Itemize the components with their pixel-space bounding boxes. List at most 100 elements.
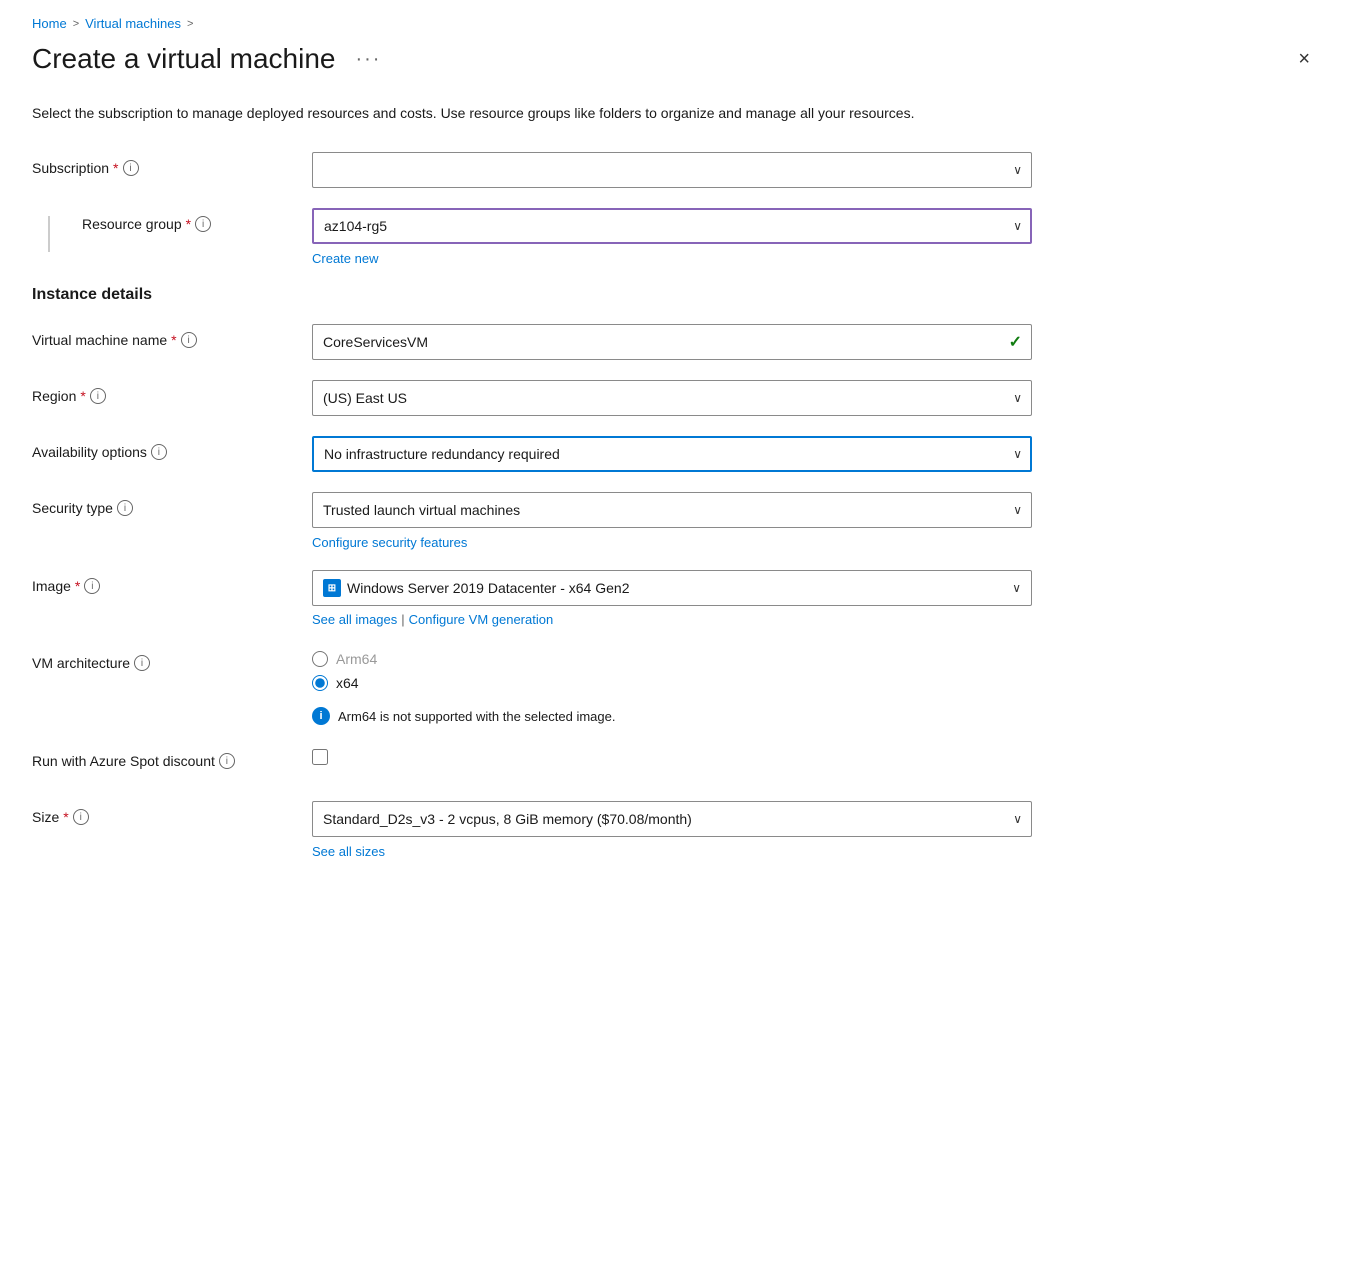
subscription-required: * (113, 160, 118, 176)
image-info-icon[interactable]: i (84, 578, 100, 594)
availability-options-row: Availability options i No infrastructure… (32, 436, 1318, 472)
image-required: * (75, 578, 80, 594)
subscription-row: Subscription * i ∨ (32, 152, 1318, 188)
resource-group-info-icon[interactable]: i (195, 216, 211, 232)
image-row: Image * i ⊞ Windows Server 2019 Datacent… (32, 570, 1318, 627)
vm-architecture-info-icon[interactable]: i (134, 655, 150, 671)
breadcrumb-vms[interactable]: Virtual machines (85, 16, 181, 31)
security-type-dropdown[interactable]: Trusted launch virtual machines (312, 492, 1032, 528)
security-type-info-icon[interactable]: i (117, 500, 133, 516)
image-chevron-icon: ∨ (1012, 581, 1021, 595)
see-all-images-link[interactable]: See all images (312, 612, 397, 627)
breadcrumb-separator-2: > (187, 18, 193, 30)
size-label: Size * i (32, 809, 89, 825)
size-row: Size * i Standard_D2s_v3 - 2 vcpus, 8 Gi… (32, 801, 1318, 859)
instance-details-title: Instance details (32, 286, 1318, 304)
arm64-option[interactable]: Arm64 (312, 651, 1032, 667)
vm-name-input-wrapper: ✓ (312, 324, 1032, 360)
subscription-dropdown[interactable] (312, 152, 1032, 188)
vm-architecture-radio-group: Arm64 x64 (312, 647, 1032, 691)
resource-group-label-col: Resource group * i (32, 208, 312, 252)
resource-group-control: az104-rg5 ∨ Create new (312, 208, 1032, 266)
availability-dropdown-wrapper: No infrastructure redundancy required ∨ (312, 436, 1032, 472)
size-control: Standard_D2s_v3 - 2 vcpus, 8 GiB memory … (312, 801, 1032, 859)
vm-name-row: Virtual machine name * i ✓ (32, 324, 1318, 360)
resource-group-required: * (186, 216, 191, 232)
region-info-icon[interactable]: i (90, 388, 106, 404)
arm64-label: Arm64 (336, 651, 377, 667)
image-label-col: Image * i (32, 570, 312, 594)
availability-control: No infrastructure redundancy required ∨ (312, 436, 1032, 472)
info-circle-icon: i (312, 707, 330, 725)
vm-architecture-control: Arm64 x64 i Arm64 is not supported with … (312, 647, 1032, 725)
breadcrumb-separator-1: > (73, 18, 79, 30)
vm-name-check-icon: ✓ (1009, 332, 1022, 352)
architecture-info-banner: i Arm64 is not supported with the select… (312, 707, 1032, 725)
azure-spot-checkbox[interactable] (312, 749, 328, 765)
availability-label: Availability options i (32, 444, 167, 460)
size-info-icon[interactable]: i (73, 809, 89, 825)
region-control: (US) East US ∨ (312, 380, 1032, 416)
image-control: ⊞ Windows Server 2019 Datacenter - x64 G… (312, 570, 1032, 627)
azure-spot-label: Run with Azure Spot discount i (32, 753, 235, 769)
vm-architecture-row: VM architecture i Arm64 x64 i (32, 647, 1318, 725)
subscription-info-icon[interactable]: i (123, 160, 139, 176)
page-header: Create a virtual machine ··· × (32, 43, 1318, 75)
x64-radio[interactable] (312, 675, 328, 691)
windows-icon: ⊞ (323, 579, 341, 597)
instance-details-section: Instance details (32, 286, 1318, 304)
subscription-label: Subscription * i (32, 160, 139, 176)
vm-name-required: * (171, 332, 176, 348)
region-label: Region * i (32, 388, 106, 404)
azure-spot-label-col: Run with Azure Spot discount i (32, 745, 312, 769)
form-section: Subscription * i ∨ Re (32, 152, 1318, 859)
x64-option[interactable]: x64 (312, 675, 1032, 691)
arm64-radio[interactable] (312, 651, 328, 667)
region-row: Region * i (US) East US ∨ (32, 380, 1318, 416)
resource-group-dropdown-wrapper: az104-rg5 ∨ (312, 208, 1032, 244)
azure-spot-info-icon[interactable]: i (219, 753, 235, 769)
resource-group-row: Resource group * i az104-rg5 ∨ Create ne… (32, 208, 1318, 266)
page-description: Select the subscription to manage deploy… (32, 103, 932, 124)
region-required: * (80, 388, 85, 404)
vm-name-info-icon[interactable]: i (181, 332, 197, 348)
security-type-label: Security type i (32, 500, 133, 516)
size-dropdown-wrapper: Standard_D2s_v3 - 2 vcpus, 8 GiB memory … (312, 801, 1032, 837)
vm-architecture-label: VM architecture i (32, 655, 150, 671)
region-dropdown[interactable]: (US) East US (312, 380, 1032, 416)
subscription-control: ∨ (312, 152, 1032, 188)
see-all-sizes-link[interactable]: See all sizes (312, 844, 385, 859)
resource-group-dropdown[interactable]: az104-rg5 (312, 208, 1032, 244)
availability-dropdown[interactable]: No infrastructure redundancy required (312, 436, 1032, 472)
availability-info-icon[interactable]: i (151, 444, 167, 460)
region-dropdown-wrapper: (US) East US ∨ (312, 380, 1032, 416)
vm-name-label: Virtual machine name * i (32, 332, 197, 348)
vm-name-label-col: Virtual machine name * i (32, 324, 312, 348)
architecture-info-text: Arm64 is not supported with the selected… (338, 709, 615, 724)
security-type-dropdown-wrapper: Trusted launch virtual machines ∨ (312, 492, 1032, 528)
close-button[interactable]: × (1290, 44, 1318, 75)
vm-name-control: ✓ (312, 324, 1032, 360)
configure-vm-generation-link[interactable]: Configure VM generation (409, 612, 554, 627)
image-label: Image * i (32, 578, 100, 594)
azure-spot-checkbox-wrapper (312, 745, 1032, 765)
configure-security-link[interactable]: Configure security features (312, 535, 467, 550)
page-title-area: Create a virtual machine ··· (32, 43, 389, 75)
security-type-control: Trusted launch virtual machines ∨ Config… (312, 492, 1032, 550)
x64-label: x64 (336, 675, 359, 691)
security-type-row: Security type i Trusted launch virtual m… (32, 492, 1318, 550)
size-dropdown[interactable]: Standard_D2s_v3 - 2 vcpus, 8 GiB memory … (312, 801, 1032, 837)
resource-group-label: Resource group * i (50, 216, 211, 232)
breadcrumb: Home > Virtual machines > (32, 16, 1318, 31)
azure-spot-row: Run with Azure Spot discount i (32, 745, 1318, 781)
create-new-link[interactable]: Create new (312, 251, 378, 266)
image-value: Windows Server 2019 Datacenter - x64 Gen… (347, 580, 629, 596)
image-dropdown[interactable]: ⊞ Windows Server 2019 Datacenter - x64 G… (312, 570, 1032, 606)
more-options-button[interactable]: ··· (347, 44, 389, 75)
vm-architecture-label-col: VM architecture i (32, 647, 312, 671)
page-title: Create a virtual machine (32, 43, 335, 75)
breadcrumb-home[interactable]: Home (32, 16, 67, 31)
security-type-label-col: Security type i (32, 492, 312, 516)
subscription-dropdown-wrapper: ∨ (312, 152, 1032, 188)
vm-name-input[interactable] (312, 324, 1032, 360)
